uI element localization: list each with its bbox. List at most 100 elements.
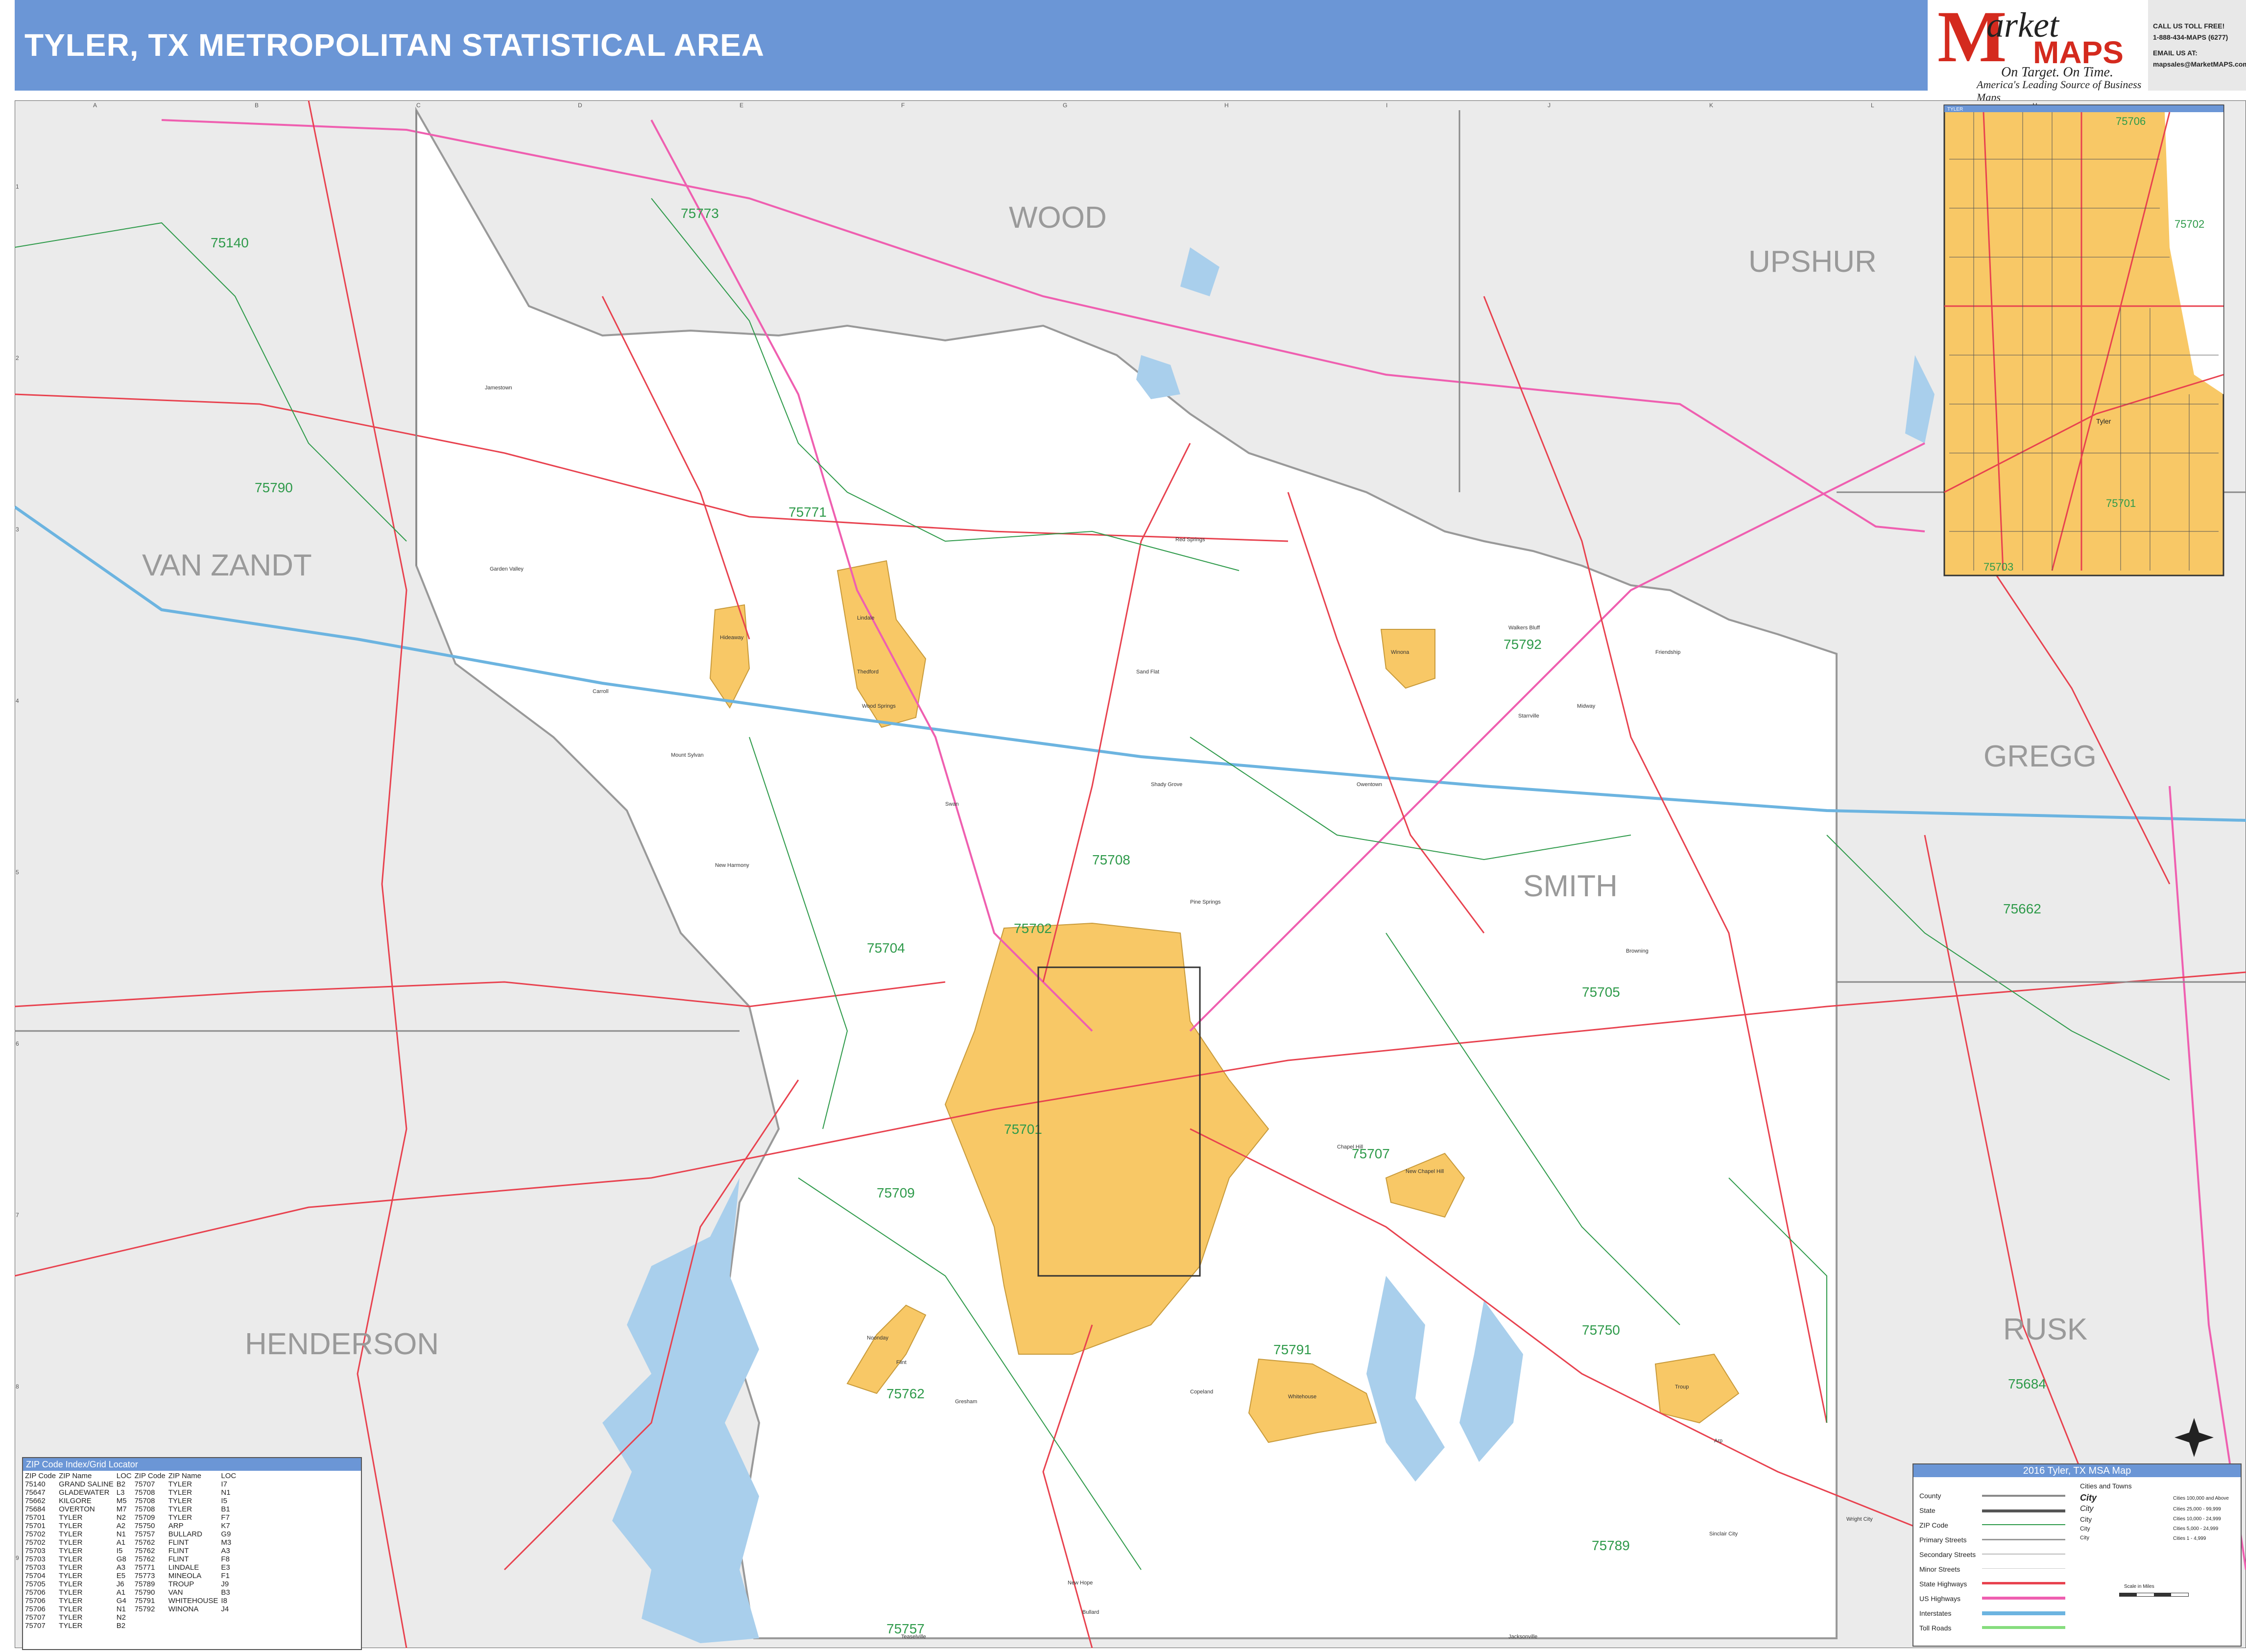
zip-index-cell: A3 bbox=[221, 1547, 230, 1555]
legend-item: Minor Streets bbox=[1919, 1565, 1960, 1573]
zip-index-cell: G8 bbox=[116, 1555, 126, 1563]
map-canvas[interactable]: A B C D E F G H I J K L M 1 2 3 4 5 6 7 … bbox=[15, 100, 2246, 1648]
town-label: Copeland bbox=[1190, 1389, 1213, 1395]
zip-index-cell: 75684 bbox=[25, 1505, 46, 1513]
grid-col-label: B bbox=[255, 102, 259, 109]
town-label: Red Springs bbox=[1175, 537, 1205, 543]
legend-item: Toll Roads bbox=[1919, 1624, 1952, 1632]
legend-population: Cities 10,000 - 24,999 bbox=[2173, 1516, 2221, 1522]
zip-index-cell: 75762 bbox=[134, 1547, 155, 1555]
zip-index-cell: TYLER bbox=[59, 1622, 83, 1630]
zip-index-header: LOC bbox=[116, 1472, 132, 1480]
zip-index-cell: N1 bbox=[116, 1530, 126, 1538]
zip-index-cell: 75707 bbox=[134, 1480, 155, 1488]
zip-index-cell: B2 bbox=[116, 1622, 126, 1630]
zip-index-cell: E3 bbox=[221, 1563, 230, 1572]
town-label: Walkers Bluff bbox=[1508, 625, 1540, 631]
town-label: Troup bbox=[1675, 1384, 1689, 1390]
grid-row-label: 3 bbox=[16, 526, 19, 533]
town-label: Thedford bbox=[857, 669, 879, 675]
legend-us-hwy-swatch bbox=[1982, 1597, 2065, 1600]
grid-row-label: 6 bbox=[16, 1040, 19, 1047]
town-label: Sand Flat bbox=[1136, 669, 1159, 675]
zip-index-cell: M7 bbox=[116, 1505, 127, 1513]
zip-index-cell: FLINT bbox=[168, 1555, 189, 1563]
zip-label: 75662 bbox=[2003, 901, 2041, 916]
grid-row-label: 7 bbox=[16, 1212, 19, 1219]
legend-city-level: City bbox=[2080, 1493, 2097, 1503]
zip-index-cell: BULLARD bbox=[168, 1530, 202, 1538]
zip-index-cell: 75789 bbox=[134, 1580, 155, 1588]
zip-index-cell: J9 bbox=[221, 1580, 229, 1588]
contact-email[interactable]: mapsales@MarketMAPS.com bbox=[2153, 60, 2246, 68]
zip-index-cell: I5 bbox=[116, 1547, 123, 1555]
zip-index-cell: FLINT bbox=[168, 1547, 189, 1555]
legend-cities-title: Cities and Towns bbox=[2080, 1482, 2132, 1490]
zip-index-cell: 75702 bbox=[25, 1530, 46, 1538]
zip-index-cell: J4 bbox=[221, 1605, 229, 1613]
zip-index-cell: TYLER bbox=[168, 1505, 192, 1513]
town-label: Browning bbox=[1626, 948, 1649, 954]
zip-index-cell: 75701 bbox=[25, 1522, 46, 1530]
zip-index-cell: I5 bbox=[221, 1497, 227, 1505]
zip-index-cell: A1 bbox=[116, 1588, 126, 1597]
table-row: 75140 GRAND SALINE B2 75707 TYLER I7 bbox=[25, 1480, 239, 1488]
town-label: Wood Springs bbox=[862, 703, 896, 709]
table-row: 75702 TYLER A1 75762 FLINT M3 bbox=[25, 1538, 239, 1547]
legend-interstate-swatch bbox=[1982, 1611, 2065, 1615]
title-bar: TYLER, TX METROPOLITAN STATISTICAL AREA bbox=[15, 0, 1928, 91]
legend-city-level: City bbox=[2080, 1525, 2090, 1532]
inset-zip-label: 75706 bbox=[2116, 115, 2146, 127]
zip-index-cell: 75140 bbox=[25, 1480, 46, 1488]
zip-index-cell: 75662 bbox=[25, 1497, 46, 1505]
zip-index-cell: TYLER bbox=[59, 1555, 83, 1563]
legend-population: Cities 100,000 and Above bbox=[2173, 1496, 2229, 1501]
legend-primary-swatch bbox=[1982, 1539, 2065, 1540]
town-label: New Chapel Hill bbox=[1406, 1169, 1444, 1174]
zip-index-header: ZIP Code bbox=[25, 1472, 56, 1480]
zip-label: 75140 bbox=[211, 235, 249, 250]
town-label: Jacksonville bbox=[1508, 1634, 1537, 1640]
zip-index-cell: B2 bbox=[116, 1480, 126, 1488]
table-row: 75701 TYLER N2 75709 TYLER F7 bbox=[25, 1513, 239, 1522]
zip-index-header: ZIP Name bbox=[168, 1472, 201, 1480]
zip-index-cell: 75706 bbox=[25, 1588, 46, 1597]
legend-item: State Highways bbox=[1919, 1580, 1967, 1588]
tyler-inset-map[interactable]: TYLER 75706 75702 75701 75703 Tyler bbox=[1943, 104, 2224, 576]
zip-index-cell: 75762 bbox=[134, 1538, 155, 1547]
zip-index-cell: TROUP bbox=[168, 1580, 194, 1588]
table-row: 75701 TYLER A2 75750 ARP K7 bbox=[25, 1522, 239, 1530]
contact-phone[interactable]: 1-888-434-MAPS (6277) bbox=[2153, 33, 2228, 41]
map-title: TYLER, TX METROPOLITAN STATISTICAL AREA bbox=[24, 27, 765, 63]
zip-index-cell: TYLER bbox=[59, 1530, 83, 1538]
zip-index-cell: TYLER bbox=[59, 1605, 83, 1613]
table-row: 75707 TYLER B2 bbox=[25, 1622, 239, 1630]
zip-index-cell: 75791 bbox=[134, 1597, 155, 1605]
grid-col-label: H bbox=[1224, 102, 1229, 109]
zip-index-cell: J6 bbox=[116, 1580, 124, 1588]
town-label: Starrville bbox=[1518, 713, 1539, 719]
zip-label: 75771 bbox=[788, 504, 827, 520]
legend-title: 2016 Tyler, TX MSA Map bbox=[1913, 1464, 2241, 1477]
zip-index-cell bbox=[168, 1622, 221, 1630]
zip-label: 75762 bbox=[886, 1386, 925, 1401]
zip-label: 75684 bbox=[2008, 1376, 2046, 1391]
zip-label: 75701 bbox=[1004, 1122, 1042, 1137]
inset-zip-label: 75702 bbox=[2174, 218, 2204, 230]
zip-index-cell: 75790 bbox=[134, 1588, 155, 1597]
grid-col-label: I bbox=[1386, 102, 1387, 109]
zip-index-cell: LINDALE bbox=[168, 1563, 199, 1572]
legend-toll-swatch bbox=[1982, 1626, 2065, 1629]
grid-col-label: J bbox=[1548, 102, 1551, 109]
legend-secondary-swatch bbox=[1982, 1554, 2065, 1555]
zip-index-cell bbox=[221, 1622, 239, 1630]
county-label-wood: WOOD bbox=[1009, 201, 1107, 235]
zip-index-cell: 75647 bbox=[25, 1488, 46, 1497]
town-label: Pine Springs bbox=[1190, 899, 1221, 905]
zip-index-cell: TYLER bbox=[59, 1597, 83, 1605]
zip-index-cell: 75762 bbox=[134, 1555, 155, 1563]
zip-index-cell: L3 bbox=[116, 1488, 125, 1497]
legend-item: Primary Streets bbox=[1919, 1536, 1967, 1544]
contact-panel: CALL US TOLL FREE! 1-888-434-MAPS (6277)… bbox=[2148, 0, 2246, 91]
inset-label: TYLER bbox=[1947, 107, 1963, 112]
